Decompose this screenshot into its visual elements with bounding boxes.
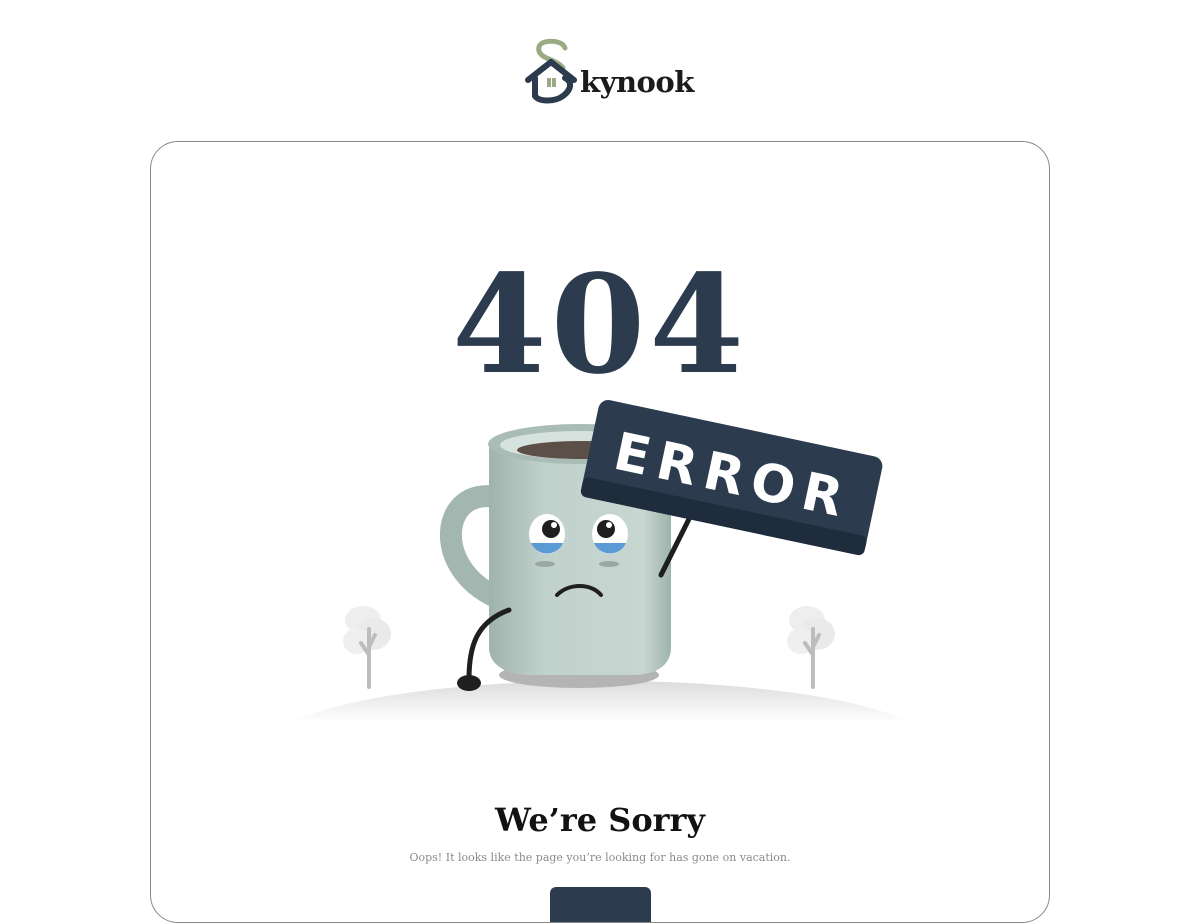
page-header: kynook xyxy=(0,0,1200,130)
error-code: 404 xyxy=(452,245,748,405)
error-message: Oops! It looks like the page you’re look… xyxy=(409,851,791,864)
error-card: 404 ERROR We’re Sorry Oops! It looks lik… xyxy=(150,141,1050,923)
brand-logo[interactable]: kynook xyxy=(525,38,694,104)
brand-name: kynook xyxy=(580,65,694,99)
mug-mascot-illustration: ERROR xyxy=(291,400,911,722)
tree-icon xyxy=(787,606,835,689)
page-title: We’re Sorry xyxy=(495,801,705,839)
back-home-button[interactable] xyxy=(550,887,651,922)
house-logo-icon xyxy=(525,38,577,104)
tree-icon xyxy=(343,606,391,689)
